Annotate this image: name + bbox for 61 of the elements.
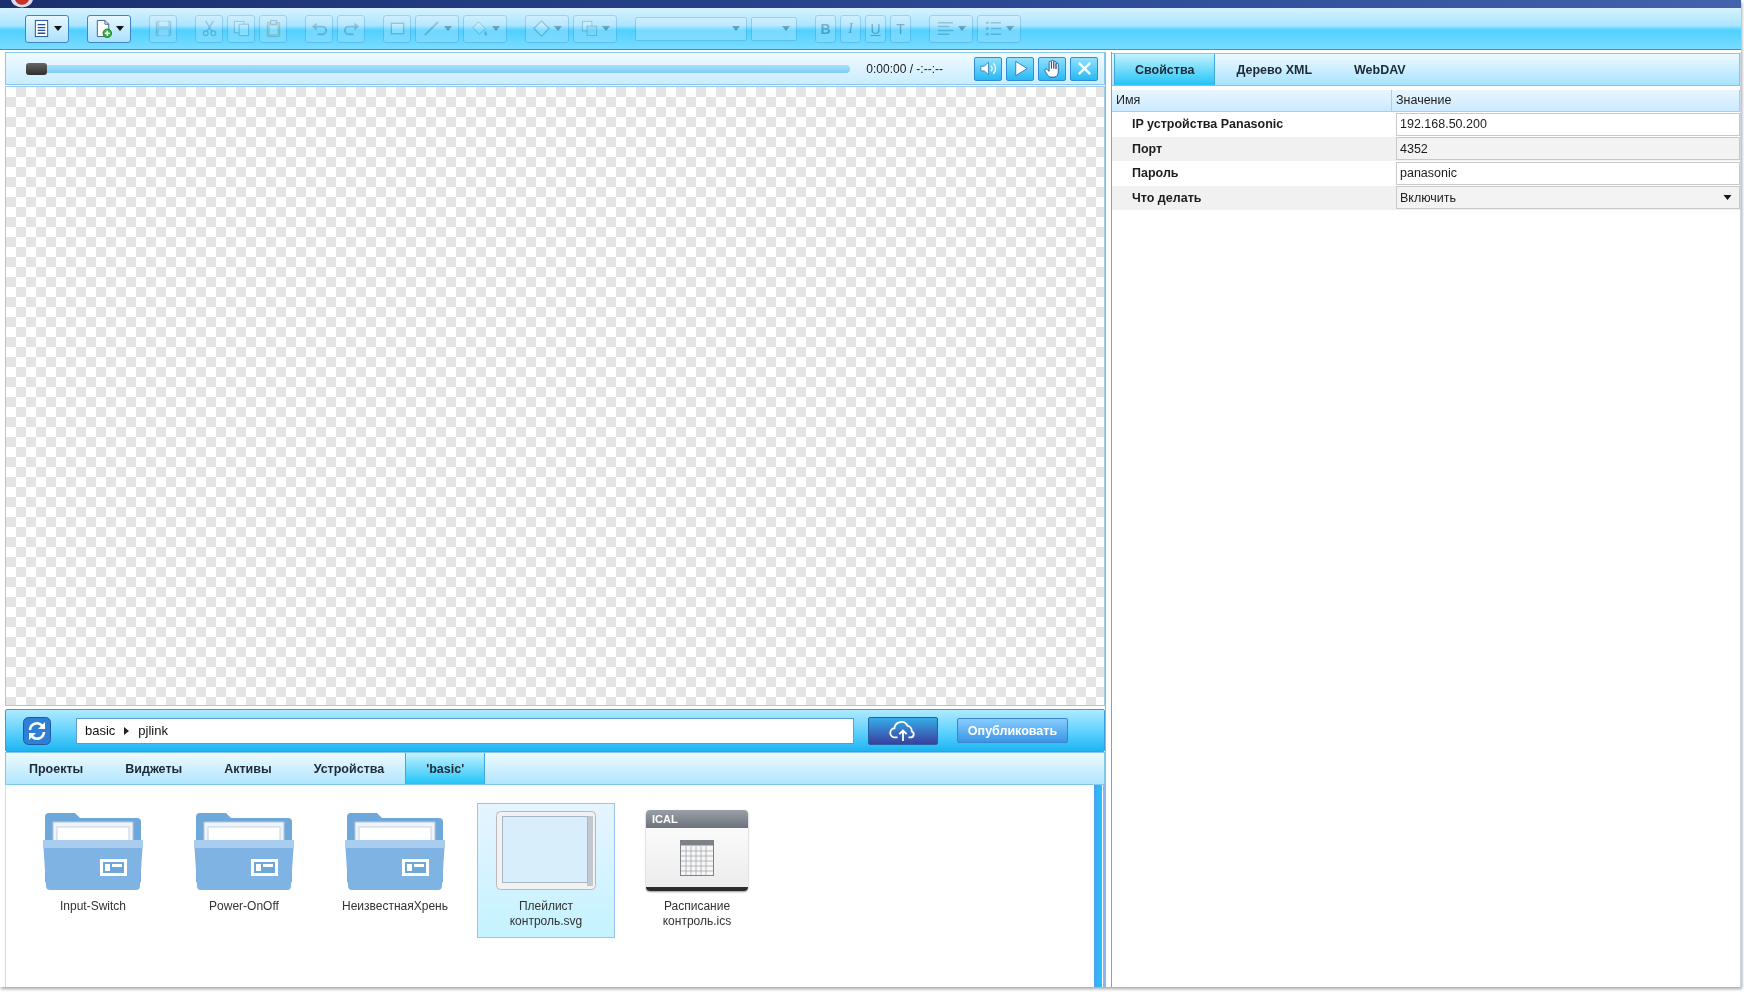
refresh-icon xyxy=(23,716,51,745)
tab[interactable]: Устройства xyxy=(292,753,406,784)
tab[interactable]: Проекты xyxy=(8,753,105,784)
path-field[interactable]: basic pjlink xyxy=(76,717,854,744)
align-icon xyxy=(936,19,955,38)
tab[interactable]: Виджеты xyxy=(104,753,204,784)
property-name: Порт xyxy=(1131,141,1164,156)
pan-button[interactable] xyxy=(1038,56,1066,81)
seek-track[interactable] xyxy=(26,64,851,73)
speaker-icon xyxy=(978,59,998,78)
line-icon xyxy=(422,19,441,38)
fill-color-icon xyxy=(470,19,489,38)
tab[interactable]: 'basic' xyxy=(405,753,486,784)
property-value-field[interactable]: panasonic xyxy=(1396,161,1740,185)
time-display: 0:00:00 / -:--:-- xyxy=(866,61,943,76)
volume-button[interactable] xyxy=(974,56,1002,81)
close-button[interactable] xyxy=(1070,56,1098,81)
hand-icon xyxy=(1042,59,1062,78)
file-thumbnail-icon xyxy=(495,810,597,891)
arrow-right-icon xyxy=(124,726,130,735)
refresh-button[interactable] xyxy=(23,716,51,745)
file-item[interactable]: Power-OnOff xyxy=(175,803,313,923)
scrollbar[interactable] xyxy=(1094,785,1105,987)
cloud-upload-icon xyxy=(888,719,918,742)
calendar-grid-icon xyxy=(680,839,714,876)
tab[interactable]: Свойства xyxy=(1114,54,1216,85)
new-document-icon xyxy=(94,19,113,38)
property-name: Что делать xyxy=(1131,190,1203,205)
property-name: IP устройства Panasonic xyxy=(1131,117,1285,132)
property-value-field[interactable]: 192.168.50.200 xyxy=(1396,112,1740,136)
column-header: Значение xyxy=(1392,90,1740,112)
copy-icon xyxy=(231,19,251,38)
property-name: Пароль xyxy=(1131,166,1180,181)
tab[interactable]: Дерево XML xyxy=(1215,54,1334,85)
breadcrumb-item[interactable]: basic xyxy=(85,723,116,738)
document-list-icon xyxy=(32,19,51,38)
file-type-label: ICAL xyxy=(646,810,748,828)
file-item[interactable]: Input-Switch xyxy=(24,803,162,923)
list-icon xyxy=(984,19,1003,38)
breadcrumb-item[interactable]: pjlink xyxy=(138,723,168,738)
file-item[interactable]: Плейлист контроль.svg xyxy=(477,803,615,938)
upload-button[interactable] xyxy=(868,716,938,745)
file-item[interactable]: ICAL Расписание контроль.ics xyxy=(628,803,766,938)
column-header: Имя xyxy=(1112,90,1392,112)
layers-icon xyxy=(580,19,599,38)
folder-icon xyxy=(193,810,295,891)
property-select[interactable]: Включить xyxy=(1396,186,1740,210)
tab[interactable]: WebDAV xyxy=(1333,54,1427,85)
caret-icon xyxy=(1723,195,1732,201)
folder-icon xyxy=(344,810,446,891)
play-button[interactable] xyxy=(1006,56,1034,81)
property-value-field[interactable]: 4352 xyxy=(1396,137,1740,161)
app-logo-icon xyxy=(10,0,34,8)
tab[interactable]: Активы xyxy=(203,753,293,784)
diamond-icon xyxy=(532,19,551,38)
new-button[interactable] xyxy=(87,14,131,43)
menu-button[interactable] xyxy=(25,14,69,43)
splitter[interactable] xyxy=(1105,52,1112,987)
file-item[interactable]: НеизвестнаяХрень xyxy=(326,803,464,923)
folder-icon xyxy=(42,810,144,891)
seek-handle[interactable] xyxy=(26,62,47,75)
